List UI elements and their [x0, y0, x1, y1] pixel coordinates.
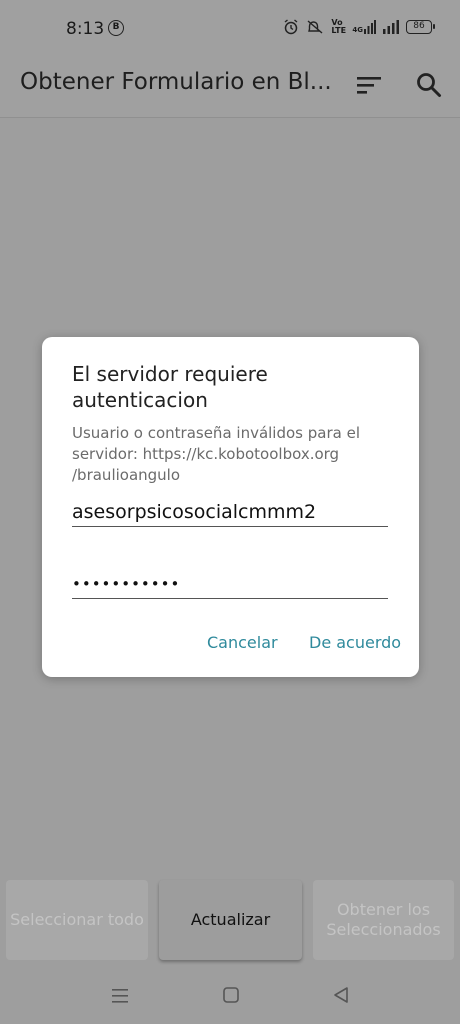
volte-icon: Vo LTE [331, 18, 347, 35]
b-badge-icon: B [108, 20, 124, 36]
status-bar: 8:13 B Vo LTE 4G 86 [0, 0, 460, 58]
bottom-action-bar: Seleccionar todo Actualizar Obtener los … [0, 870, 460, 970]
password-field[interactable] [72, 569, 388, 599]
home-icon[interactable] [222, 986, 240, 1004]
sort-icon[interactable] [354, 72, 384, 98]
search-icon[interactable] [414, 70, 444, 100]
get-selected-button[interactable]: Obtener los Seleccionados [313, 880, 454, 960]
system-nav-bar [0, 970, 460, 1024]
back-icon[interactable] [331, 985, 351, 1005]
dialog-title: El servidor requiere autenticacion [72, 362, 268, 412]
4g-signal-icon: 4G [352, 20, 376, 34]
signal-icon [383, 20, 399, 34]
username-field[interactable] [72, 497, 388, 527]
app-bar: Obtener Formulario en Bl... [0, 58, 460, 118]
dialog-message: Usuario o contraseña inválidos para el s… [72, 424, 360, 484]
menu-icon[interactable] [110, 987, 130, 1005]
ok-button[interactable]: De acuerdo [309, 633, 401, 652]
refresh-button[interactable]: Actualizar [159, 880, 302, 960]
status-time: 8:13 [66, 19, 105, 39]
page-title: Obtener Formulario en Bl... [20, 69, 332, 95]
select-all-button[interactable]: Seleccionar todo [6, 880, 148, 960]
mute-icon [307, 20, 323, 34]
auth-dialog: El servidor requiere autenticacion Usuar… [42, 337, 419, 677]
battery-icon: 86 [406, 20, 435, 34]
alarm-icon [284, 19, 298, 35]
cancel-button[interactable]: Cancelar [207, 633, 278, 652]
status-icons: Vo LTE 4G 86 [283, 18, 435, 35]
